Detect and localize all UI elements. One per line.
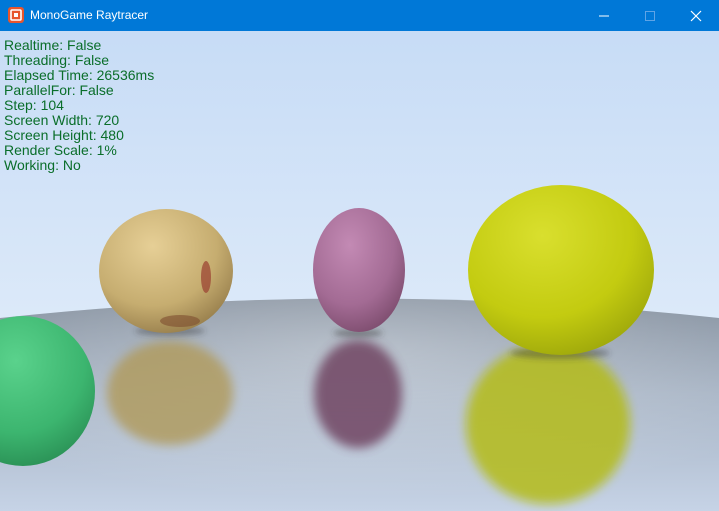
title-bar[interactable]: MonoGame Raytracer	[0, 0, 719, 31]
pink-sphere-reflection	[314, 340, 402, 448]
gold-sphere-reflection	[107, 341, 233, 445]
monogame-icon	[8, 7, 24, 23]
elapsed-time: Elapsed Time: 26536ms	[4, 67, 155, 83]
maximize-button[interactable]	[627, 0, 673, 31]
maximize-icon	[645, 11, 655, 21]
minimize-icon	[599, 15, 609, 17]
render-scale: Render Scale: 1%	[4, 142, 117, 158]
pink-sphere	[313, 208, 405, 332]
screen-height: Screen Height: 480	[4, 127, 124, 143]
render-viewport[interactable]: Realtime: False Threading: False Elapsed…	[0, 31, 719, 511]
yellow-sphere	[468, 185, 654, 355]
threading-status: Threading: False	[4, 52, 110, 68]
step-count: Step: 104	[4, 97, 64, 113]
app-window: MonoGame Raytracer Realtime: False Threa…	[0, 0, 719, 511]
minimize-button[interactable]	[581, 0, 627, 31]
window-title: MonoGame Raytracer	[30, 8, 149, 22]
screen-width: Screen Width: 720	[4, 112, 120, 128]
gold-sphere	[99, 209, 233, 333]
realtime-status: Realtime: False	[4, 37, 102, 53]
close-button[interactable]	[673, 0, 719, 31]
debug-info-overlay: Realtime: False Threading: False Elapsed…	[4, 38, 154, 173]
parallelfor-status: ParallelFor: False	[4, 82, 114, 98]
yellow-sphere-reflection	[466, 344, 630, 504]
close-icon	[690, 10, 702, 22]
working-status: Working: No	[4, 157, 81, 173]
